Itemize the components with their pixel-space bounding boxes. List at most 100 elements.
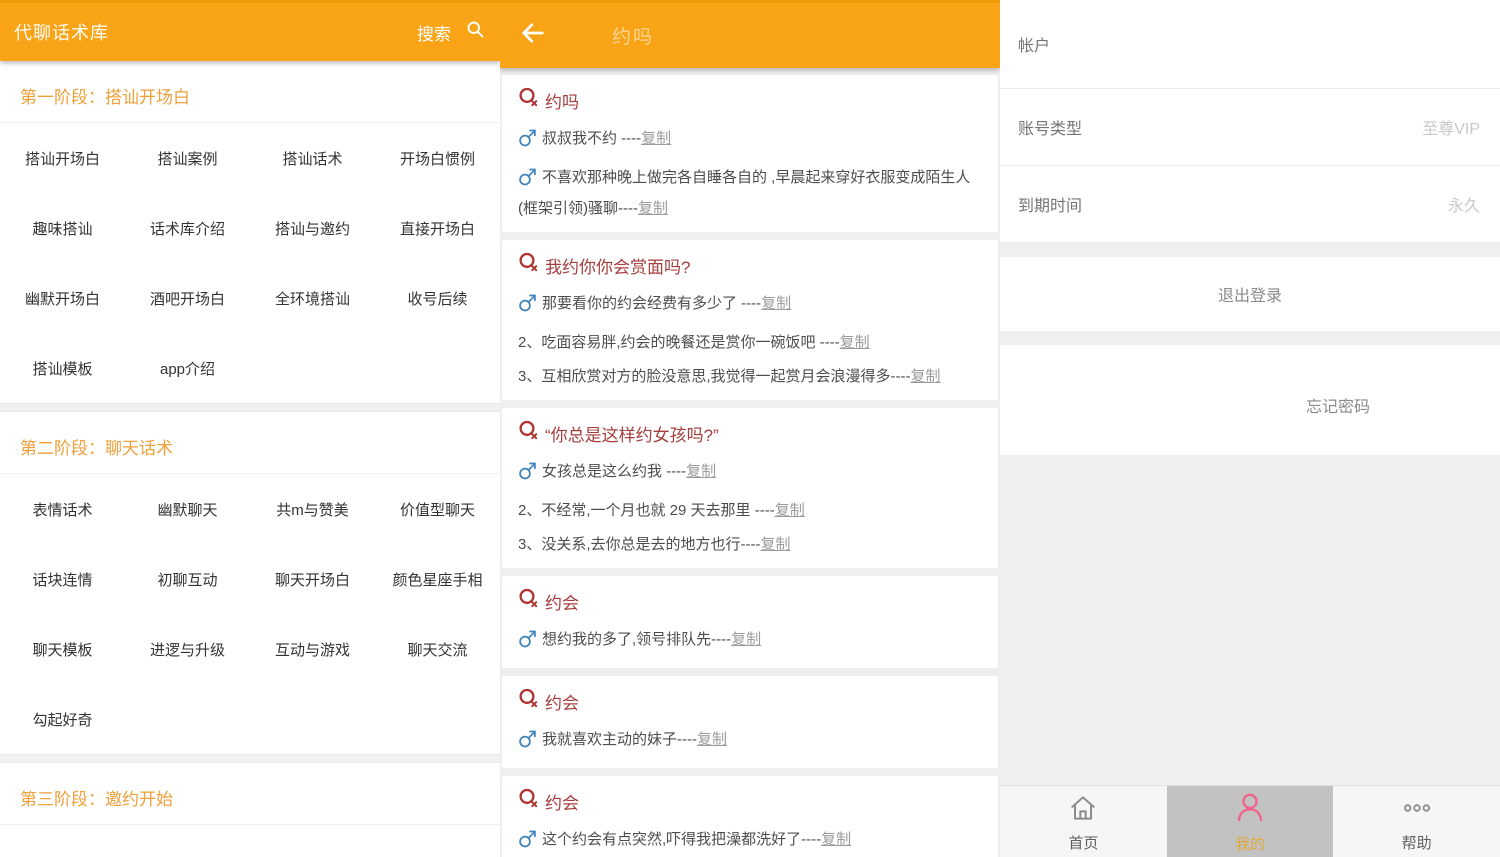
female-icon: [518, 87, 542, 118]
category-item[interactable]: 搭讪与邀约: [250, 193, 375, 263]
script-card-title: 约会: [518, 788, 980, 819]
category-item[interactable]: 初聊互动: [125, 544, 250, 614]
person-icon: [1233, 791, 1267, 830]
script-card: 约吗叔叔我不约 ----复制不喜欢那种晚上做完各自睡各自的 ,早晨起来穿好衣服变…: [502, 75, 998, 232]
category-item[interactable]: 勾起好奇: [0, 684, 125, 754]
script-card: 约会这个约会有点突然,吓得我把澡都洗好了----复制: [502, 776, 998, 857]
search-label: 搜索: [417, 20, 451, 45]
category-item[interactable]: 开场白惯例: [375, 123, 500, 193]
category-item[interactable]: 话块连情: [0, 544, 125, 614]
script-list-header: 约吗: [500, 0, 1000, 68]
forgot-password-row: 忘记密码: [1000, 345, 1500, 455]
category-item[interactable]: 颜色星座手相: [375, 544, 500, 614]
script-entry: 2、不经常,一个月也就 29 天去那里 ----复制: [518, 498, 980, 524]
category-item[interactable]: 聊天交流: [375, 614, 500, 684]
category-item[interactable]: 话术库介绍: [125, 193, 250, 263]
category-item[interactable]: 搭讪案例: [125, 123, 250, 193]
nav-tab-label: 我的: [1235, 833, 1265, 854]
section-title: 第一阶段：搭讪开场白: [0, 61, 500, 123]
bottom-nav: 首页 我的 帮助: [1000, 785, 1500, 857]
more-dots-icon: [1401, 792, 1433, 829]
copy-link[interactable]: 复制: [697, 731, 727, 748]
copy-link[interactable]: 复制: [821, 831, 851, 848]
library-header: 代聊话术库 搜索: [0, 0, 500, 61]
page-title: 约吗: [612, 22, 654, 49]
male-icon: [518, 828, 539, 857]
home-icon: [1067, 792, 1099, 829]
section-gap: [1000, 243, 1500, 257]
back-button[interactable]: [516, 19, 550, 53]
script-card-title-text: 约会: [545, 792, 579, 816]
copy-link[interactable]: 复制: [840, 334, 870, 351]
script-entry-text: 3、互相欣赏对方的脸没意思,我觉得一起赏月会浪漫得多----: [518, 368, 911, 385]
script-entry-text: 我就喜欢主动的妹子----: [542, 731, 697, 748]
account-row: 帐户: [1000, 0, 1500, 89]
nav-tab-label: 首页: [1068, 832, 1098, 853]
copy-link[interactable]: 复制: [761, 295, 791, 312]
female-icon: [518, 688, 542, 719]
copy-link[interactable]: 复制: [775, 502, 805, 519]
female-icon: [518, 588, 542, 619]
copy-link[interactable]: 复制: [638, 200, 668, 217]
nav-tab-mine[interactable]: 我的: [1167, 786, 1334, 857]
account-row-value: 永久: [1448, 192, 1480, 216]
copy-link[interactable]: 复制: [686, 463, 716, 480]
copy-link[interactable]: 复制: [731, 631, 761, 648]
copy-link[interactable]: 复制: [641, 130, 671, 147]
script-entry-text: 叔叔我不约 ----: [542, 130, 641, 147]
female-icon: [518, 788, 542, 819]
nav-tab-home[interactable]: 首页: [1000, 786, 1167, 857]
category-item[interactable]: 搭讪话术: [250, 123, 375, 193]
search-button[interactable]: 搜索: [417, 19, 486, 45]
script-card: 我约你你会赏面吗?那要看你的约会经费有多少了 ----复制2、吃面容易胖,约会的…: [502, 240, 998, 400]
script-card-title: 约会: [518, 588, 980, 619]
category-item[interactable]: 直接开场白: [375, 193, 500, 263]
script-card: “你总是这样约女孩吗?”女孩总是这么约我 ----复制2、不经常,一个月也就 2…: [502, 408, 998, 568]
logout-button[interactable]: 退出登录: [1000, 257, 1500, 331]
account-row-label: 帐户: [1018, 32, 1050, 56]
category-sections: 第一阶段：搭讪开场白搭讪开场白搭讪案例搭讪话术开场白惯例趣味搭讪话术库介绍搭讪与…: [0, 61, 500, 825]
script-entry-text: 不喜欢那种晚上做完各自睡各自的 ,早晨起来穿好衣服变成陌生人(框架引领)骚聊--…: [518, 169, 970, 217]
category-item[interactable]: 价值型聊天: [375, 474, 500, 544]
script-card-title-text: “你总是这样约女孩吗?”: [545, 424, 719, 448]
script-card-title: 约吗: [518, 87, 980, 118]
account-row: 到期时间永久: [1000, 166, 1500, 243]
script-card: 约会想约我的多了,领号排队先----复制: [502, 576, 998, 668]
female-icon: [518, 252, 542, 283]
category-item[interactable]: 表情话术: [0, 474, 125, 544]
script-card-title-text: 约会: [545, 692, 579, 716]
script-list-screen: 约吗 约吗叔叔我不约 ----复制不喜欢那种晚上做完各自睡各自的 ,早晨起来穿好…: [500, 0, 1000, 857]
category-item[interactable]: app介绍: [125, 333, 250, 403]
script-entry-text: 那要看你的约会经费有多少了 ----: [542, 295, 761, 312]
male-icon: [518, 628, 539, 658]
category-item[interactable]: 全环境搭讪: [250, 263, 375, 333]
nav-tab-label: 帮助: [1402, 832, 1432, 853]
forgot-password-link[interactable]: 忘记密码: [1306, 393, 1370, 417]
category-item[interactable]: 搭讪开场白: [0, 123, 125, 193]
script-card-list: 约吗叔叔我不约 ----复制不喜欢那种晚上做完各自睡各自的 ,早晨起来穿好衣服变…: [500, 68, 1000, 857]
account-info-list: 帐户账号类型至尊VIP到期时间永久: [1000, 0, 1500, 243]
category-item[interactable]: 趣味搭讪: [0, 193, 125, 263]
script-entry: 这个约会有点突然,吓得我把澡都洗好了----复制: [518, 827, 980, 857]
search-icon: [465, 19, 486, 45]
category-item[interactable]: 收号后续: [375, 263, 500, 333]
script-card-title: 我约你你会赏面吗?: [518, 252, 980, 283]
script-card-title-text: 我约你你会赏面吗?: [545, 256, 690, 280]
copy-link[interactable]: 复制: [911, 368, 941, 385]
nav-tab-help[interactable]: 帮助: [1333, 786, 1500, 857]
copy-link[interactable]: 复制: [761, 536, 791, 553]
category-item[interactable]: 搭讪模板: [0, 333, 125, 403]
section-divider: [0, 403, 500, 412]
account-screen: 帐户账号类型至尊VIP到期时间永久 退出登录 忘记密码 首页我的帮助: [1000, 0, 1500, 857]
category-item[interactable]: 共m与赞美: [250, 474, 375, 544]
category-item[interactable]: 幽默开场白: [0, 263, 125, 333]
category-item[interactable]: 互动与游戏: [250, 614, 375, 684]
account-row-value: 至尊VIP: [1422, 115, 1480, 139]
script-entry: 不喜欢那种晚上做完各自睡各自的 ,早晨起来穿好衣服变成陌生人(框架引领)骚聊--…: [518, 165, 980, 222]
category-item[interactable]: 酒吧开场白: [125, 263, 250, 333]
category-item[interactable]: 聊天模板: [0, 614, 125, 684]
category-item[interactable]: 聊天开场白: [250, 544, 375, 614]
male-icon: [518, 127, 539, 157]
category-item[interactable]: 进逻与升级: [125, 614, 250, 684]
category-item[interactable]: 幽默聊天: [125, 474, 250, 544]
